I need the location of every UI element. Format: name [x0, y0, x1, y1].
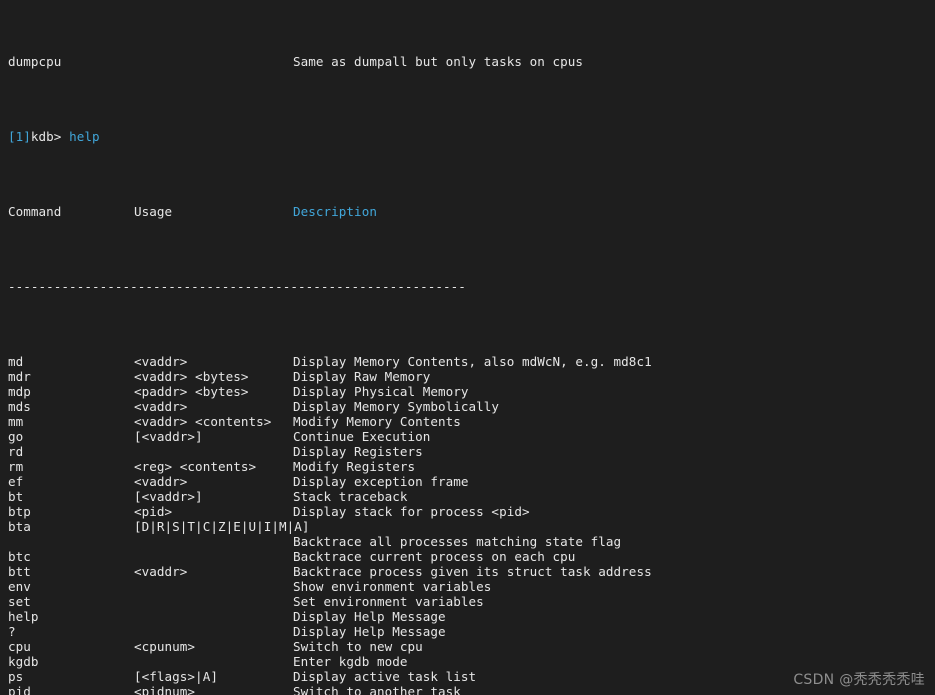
table-row: env Show environment variables — [0, 579, 935, 594]
description-cell: Backtrace all processes matching state f… — [293, 534, 622, 549]
csdn-watermark: CSDN @秃秃秃秃哇 — [793, 672, 925, 688]
description-cell: Modify Registers — [293, 459, 416, 474]
terminal-screen: dumpcpu Same as dumpall but only tasks o… — [0, 0, 935, 695]
command-cell: md — [8, 354, 24, 369]
description-cell: Show environment variables — [293, 579, 492, 594]
description-cell: Display Memory Contents, also mdWcN, e.g… — [293, 354, 652, 369]
command-cell: rd — [8, 444, 24, 459]
header-usage: Usage — [134, 204, 173, 219]
table-row: bt [<vaddr>] Stack traceback — [0, 489, 935, 504]
description-cell: Enter kgdb mode — [293, 654, 408, 669]
command-cell: ps — [8, 669, 24, 684]
usage-cell: <pidnum> — [134, 684, 196, 695]
table-row: kgdb Enter kgdb mode — [0, 654, 935, 669]
command-cell: mm — [8, 414, 24, 429]
description-cell: Display Help Message — [293, 609, 446, 624]
description-cell: Display stack for process <pid> — [293, 504, 530, 519]
usage-cell: [<vaddr>] — [134, 429, 203, 444]
description-cell: Stack traceback — [293, 489, 408, 504]
command-cell: dumpcpu — [8, 54, 62, 69]
description-cell: Switch to another task — [293, 684, 461, 695]
command-cell: set — [8, 594, 31, 609]
command-cell: ef — [8, 474, 24, 489]
description-cell: Continue Execution — [293, 429, 431, 444]
table-row: ef <vaddr> Display exception frame — [0, 474, 935, 489]
table-row: go [<vaddr>] Continue Execution — [0, 429, 935, 444]
usage-cell: <vaddr> — [134, 354, 188, 369]
description-cell: Backtrace process given its struct task … — [293, 564, 652, 579]
table-row: mm <vaddr> <contents> Modify Memory Conten… — [0, 414, 935, 429]
command-cell: mds — [8, 399, 31, 414]
usage-cell: <reg> <contents> — [134, 459, 257, 474]
description-cell: Switch to new cpu — [293, 639, 423, 654]
usage-cell: <vaddr> — [134, 564, 188, 579]
table-row: btt <vaddr> Backtrace process given its st… — [0, 564, 935, 579]
command-cell: pid — [8, 684, 31, 695]
description-cell: Display Physical Memory — [293, 384, 469, 399]
command-cell: go — [8, 429, 24, 444]
command-cell: rm — [8, 459, 24, 474]
table-row: cpu <cpunum> Switch to new cpu — [0, 639, 935, 654]
command-cell: btc — [8, 549, 31, 564]
table-row: Backtrace all processes matching state f… — [0, 534, 935, 549]
usage-cell: <paddr> <bytes> — [134, 384, 249, 399]
kdb-prompt-label: kdb> — [30, 129, 62, 144]
table-separator: ----------------------------------------… — [0, 279, 935, 294]
command-cell: btp — [8, 504, 31, 519]
description-cell: Display Registers — [293, 444, 423, 459]
description-cell: Same as dumpall but only tasks on cpus — [293, 54, 584, 69]
header-description: Description — [293, 204, 377, 219]
description-cell: Backtrace current process on each cpu — [293, 549, 576, 564]
table-row: btp <pid> Display stack for process <pid> — [0, 504, 935, 519]
usage-cell: <vaddr> — [134, 474, 188, 489]
description-cell: Display Raw Memory — [293, 369, 431, 384]
table-row: mdr <vaddr> <bytes> Display Raw Memory — [0, 369, 935, 384]
command-cell: btt — [8, 564, 31, 579]
command-cell: kgdb — [8, 654, 39, 669]
usage-cell: [<vaddr>] — [134, 489, 203, 504]
table-row: mdp <paddr> <bytes> Display Physical Memor… — [0, 384, 935, 399]
table-row: btc Backtrace current process on each cpu — [0, 549, 935, 564]
description-cell: Display Memory Symbolically — [293, 399, 500, 414]
console-line-top-partial: dumpcpu Same as dumpall but only tasks o… — [0, 54, 935, 69]
description-cell: Modify Memory Contents — [293, 414, 461, 429]
usage-cell: <pid> — [134, 504, 173, 519]
description-cell: Set environment variables — [293, 594, 484, 609]
command-cell: mdr — [8, 369, 31, 384]
table-row: bta [D|R|S|T|C|Z|E|U|I|M|A] — [0, 519, 935, 534]
usage-cell: <cpunum> — [134, 639, 196, 654]
command-cell: bt — [8, 489, 24, 504]
command-cell: help — [8, 609, 39, 624]
table-row: md <vaddr> Display Memory Contents, also m… — [0, 354, 935, 369]
table-row: set Set environment variables — [0, 594, 935, 609]
separator-dashes: ----------------------------------------… — [8, 279, 466, 294]
table-row: rm <reg> <contents> Modify Registers — [0, 459, 935, 474]
console-prompt-line[interactable]: [1]kdb> help — [0, 129, 935, 144]
command-table: md <vaddr> Display Memory Contents, also m… — [0, 354, 935, 695]
description-cell: Display active task list — [293, 669, 477, 684]
table-row: help Display Help Message — [0, 609, 935, 624]
typed-command: help — [69, 129, 100, 144]
usage-cell: <vaddr> — [134, 399, 188, 414]
usage-cell: <vaddr> <contents> — [134, 414, 272, 429]
table-row: rd Display Registers — [0, 444, 935, 459]
table-row: mds <vaddr> Display Memory Symbolically — [0, 399, 935, 414]
table-row: ? Display Help Message — [0, 624, 935, 639]
usage-cell: [D|R|S|T|C|Z|E|U|I|M|A] — [134, 519, 310, 534]
usage-cell: <vaddr> <bytes> — [134, 369, 249, 384]
command-cell: mdp — [8, 384, 31, 399]
command-cell: ? — [8, 624, 16, 639]
table-header-row: Command Usage Description — [0, 204, 935, 219]
cpu-bracket-label: [1] — [8, 129, 31, 144]
command-cell: cpu — [8, 639, 31, 654]
usage-cell: [<flags>|A] — [134, 669, 218, 684]
command-cell: env — [8, 579, 31, 594]
header-command: Command — [8, 204, 62, 219]
description-cell: Display Help Message — [293, 624, 446, 639]
command-cell: bta — [8, 519, 31, 534]
prompt-group: [1]kdb> help — [8, 129, 100, 144]
console-output: dumpcpu Same as dumpall but only tasks o… — [0, 0, 935, 695]
description-cell: Display exception frame — [293, 474, 469, 489]
